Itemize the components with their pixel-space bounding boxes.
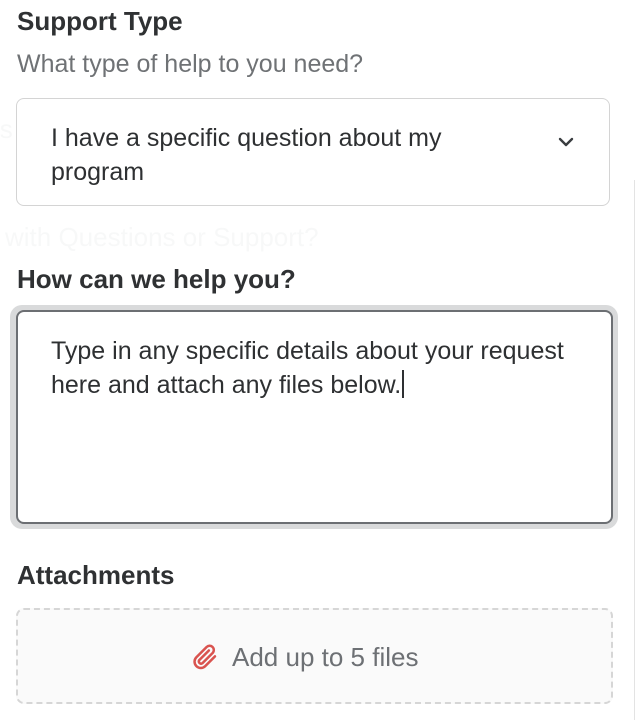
support-type-label: Support Type <box>17 6 183 36</box>
help-textarea-value[interactable]: Type in any specific details about your … <box>51 334 591 402</box>
support-type-selected-value: I have a specific question about my prog… <box>51 124 442 186</box>
support-form: is l with Questions or Support? Support … <box>0 0 638 720</box>
paperclip-icon <box>193 644 217 670</box>
add-files-button[interactable]: Add up to 5 files <box>190 642 418 672</box>
text-cursor <box>402 370 405 398</box>
scrollbar-track[interactable] <box>634 180 635 720</box>
background-faded-heading: l with Questions or Support? <box>0 222 319 252</box>
attachments-dropzone[interactable]: Add up to 5 files <box>16 608 613 704</box>
attachments-label: Attachments <box>17 560 175 590</box>
chevron-down-icon[interactable] <box>557 133 575 151</box>
help-textarea[interactable]: Type in any specific details about your … <box>16 310 613 524</box>
add-files-label: Add up to 5 files <box>232 642 419 672</box>
support-type-select[interactable]: I have a specific question about my prog… <box>16 98 610 206</box>
help-label: How can we help you? <box>17 264 296 294</box>
support-type-hint: What type of help to you need? <box>17 50 364 78</box>
background-faded-text: is <box>0 114 13 144</box>
help-text: Type in any specific details about your … <box>51 337 564 399</box>
